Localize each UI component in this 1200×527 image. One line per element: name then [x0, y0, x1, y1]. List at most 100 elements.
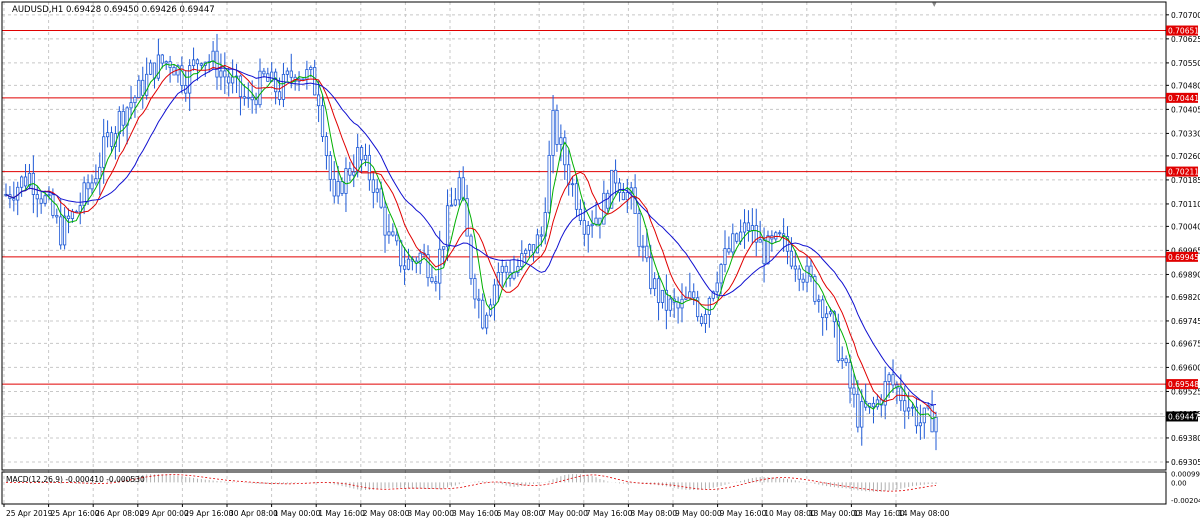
candle-body	[824, 313, 829, 319]
candle-body	[39, 198, 43, 204]
candle-body	[481, 299, 485, 329]
candle-body	[191, 59, 196, 67]
candle-body	[117, 110, 121, 135]
candle-body	[133, 97, 137, 104]
candle-body	[231, 76, 235, 84]
candle-body	[137, 79, 141, 98]
candle-body	[395, 234, 399, 242]
price-tick-label: 0.69675	[1171, 339, 1200, 348]
candle-body	[195, 59, 200, 65]
candle-body	[762, 239, 766, 265]
level-price-label: 0.70441	[1168, 94, 1199, 103]
candle-body	[907, 407, 911, 412]
candle-body	[801, 278, 805, 283]
candle-body	[250, 96, 254, 101]
candle-body	[668, 298, 672, 311]
candle-body	[688, 291, 692, 299]
candle-body	[746, 222, 751, 231]
candle-body	[555, 109, 559, 145]
time-tick-label: 14 May 08:00	[898, 509, 950, 518]
level-price-label: 0.69945	[1168, 253, 1199, 262]
candle-body	[778, 232, 782, 235]
candle-body	[520, 253, 524, 267]
price-tick-label: 0.70405	[1171, 105, 1200, 114]
time-tick-label: 8 May 08:00	[630, 509, 677, 518]
time-tick-label: 29 Apr 00:00	[140, 509, 189, 518]
macd-tick-label: 0.000998	[1171, 471, 1200, 479]
candle-body	[340, 181, 344, 194]
time-tick-label: 7 May 16:00	[586, 509, 633, 518]
candle-body	[774, 232, 778, 240]
time-tick-label: 1 May 00:00	[274, 509, 321, 518]
time-tick-label: 3 May 00:00	[407, 509, 454, 518]
candle-body	[102, 136, 106, 168]
candle-body	[442, 246, 446, 250]
candle-body	[766, 235, 770, 265]
level-price-label: 0.70211	[1168, 168, 1199, 177]
candle-body	[641, 245, 645, 248]
candle-body	[129, 102, 133, 109]
candle-body	[152, 62, 157, 79]
candle-body	[821, 299, 825, 319]
candle-body	[719, 264, 723, 284]
candle-body	[750, 225, 754, 231]
candle-body	[692, 291, 696, 299]
candle-body	[402, 265, 407, 270]
time-tick-label: 25 Apr 2019	[6, 509, 53, 518]
candle-body	[94, 178, 98, 184]
candle-body	[328, 155, 332, 180]
candle-body	[922, 407, 926, 424]
candle-body	[445, 205, 450, 248]
candle-body	[457, 177, 461, 201]
candle-body	[289, 70, 293, 78]
candle-body	[320, 105, 325, 137]
macd-label: MACD(12,26,9) -0.000410 -0.000530	[6, 475, 145, 484]
chart-terminal[interactable]: 0.70700 0.70625 0.70550 0.70480 0.70405 0.703…	[0, 0, 1200, 523]
candle-body	[582, 220, 586, 235]
time-tick-label: 25 Apr 16:00	[51, 509, 100, 518]
candle-body	[375, 188, 379, 193]
candle-body	[406, 258, 411, 270]
candle-body	[363, 154, 368, 161]
candle-body	[469, 235, 473, 280]
candle-body	[242, 96, 246, 99]
candle-body	[461, 177, 465, 199]
candle-body	[492, 284, 497, 306]
candle-body	[528, 244, 532, 251]
price-tick-label: 0.70185	[1171, 176, 1200, 185]
candle-body	[70, 211, 75, 220]
candle-body	[559, 137, 563, 145]
candle-body	[387, 231, 391, 236]
time-tick-label: 2 May 08:00	[363, 509, 410, 518]
price-chart[interactable]: 0.70700 0.70625 0.70550 0.70480 0.70405 0.703…	[0, 0, 1200, 523]
candle-body	[621, 192, 625, 201]
candle-body	[438, 248, 442, 284]
candle-body	[47, 194, 51, 197]
candle-body	[453, 199, 457, 206]
chart-shift-marker-icon[interactable]: ▾	[932, 0, 937, 10]
candle-body	[59, 216, 63, 246]
candle-body	[51, 194, 55, 216]
candle-body	[391, 231, 395, 236]
candle-body	[703, 314, 708, 324]
candle-body	[352, 171, 356, 176]
candle-body	[860, 401, 864, 428]
candle-body	[223, 70, 227, 78]
candle-body	[277, 91, 282, 100]
candle-body	[20, 176, 24, 188]
candle-body	[613, 169, 618, 184]
candle-body	[903, 400, 907, 412]
candle-body	[727, 248, 731, 253]
candle-body	[649, 257, 653, 290]
candle-body	[891, 374, 895, 386]
candle-body	[344, 168, 348, 194]
candle-body	[23, 176, 28, 187]
candle-body	[383, 206, 387, 236]
candle-body	[317, 94, 321, 107]
candle-body	[43, 195, 47, 204]
price-tick-label: 0.69820	[1171, 293, 1200, 302]
candle-body	[309, 66, 313, 70]
price-tick-label: 0.70040	[1171, 222, 1200, 231]
candle-body	[731, 233, 735, 253]
price-tick-label: 0.69380	[1171, 434, 1200, 443]
